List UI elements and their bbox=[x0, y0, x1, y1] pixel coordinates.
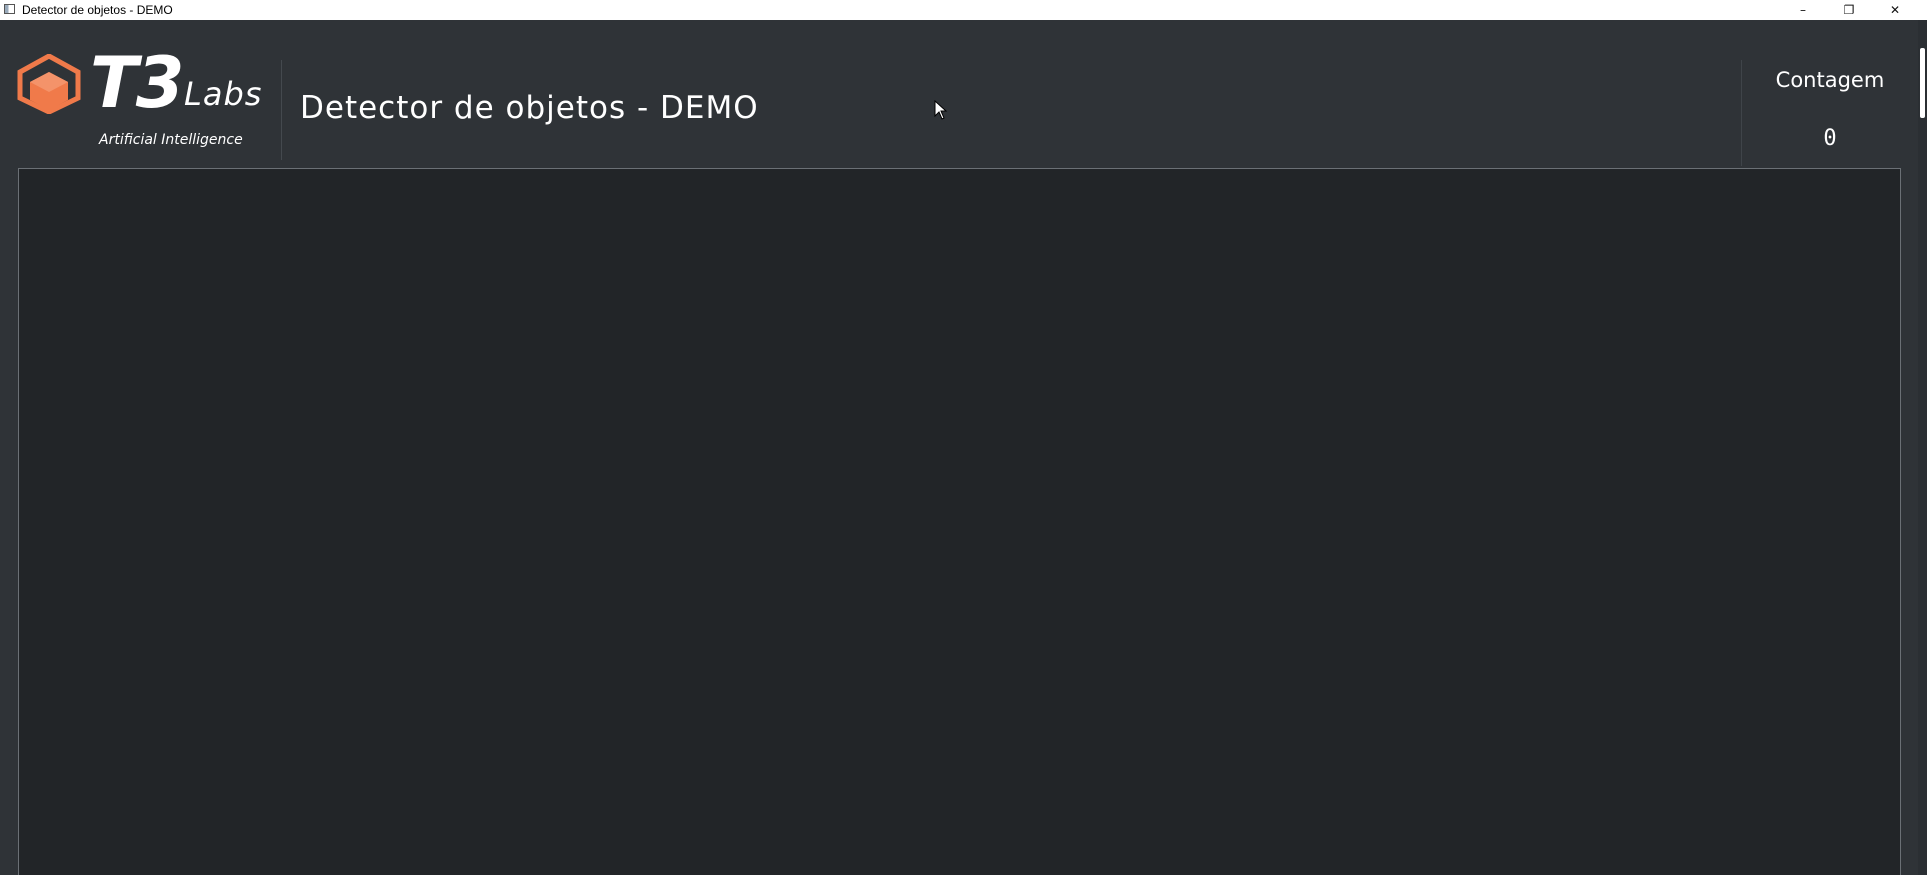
close-icon: ✕ bbox=[1889, 3, 1901, 17]
logo-brand-suffix: Labs bbox=[184, 75, 263, 113]
scrollbar-thumb[interactable] bbox=[1920, 48, 1925, 118]
logo-tagline: Artificial Intelligence bbox=[99, 132, 243, 148]
mouse-cursor-icon bbox=[934, 100, 948, 120]
video-display-panel bbox=[18, 168, 1901, 875]
count-value: 0 bbox=[1823, 126, 1837, 151]
app-window-icon bbox=[4, 4, 15, 14]
minimize-button[interactable]: – bbox=[1780, 0, 1826, 20]
orange-cube-icon bbox=[17, 54, 81, 114]
restore-button[interactable]: ❐ bbox=[1826, 0, 1872, 20]
app-header: T3 Labs Artificial Intelligence Detector… bbox=[0, 20, 1927, 168]
window-titlebar: Detector de objetos - DEMO – ❐ ✕ bbox=[0, 0, 1927, 20]
t3labs-logo: T3 Labs Artificial Intelligence bbox=[16, 48, 266, 158]
restore-icon: ❐ bbox=[1843, 3, 1855, 17]
minimize-icon: – bbox=[1800, 3, 1806, 17]
page-title: Detector de objetos - DEMO bbox=[300, 90, 759, 126]
logo-brand-text: T3 bbox=[90, 42, 184, 124]
count-label: Contagem bbox=[1775, 68, 1885, 92]
window-title: Detector de objetos - DEMO bbox=[22, 3, 173, 17]
close-button[interactable]: ✕ bbox=[1872, 0, 1918, 20]
vertical-scrollbar[interactable] bbox=[1918, 20, 1927, 875]
header-divider bbox=[281, 60, 282, 160]
